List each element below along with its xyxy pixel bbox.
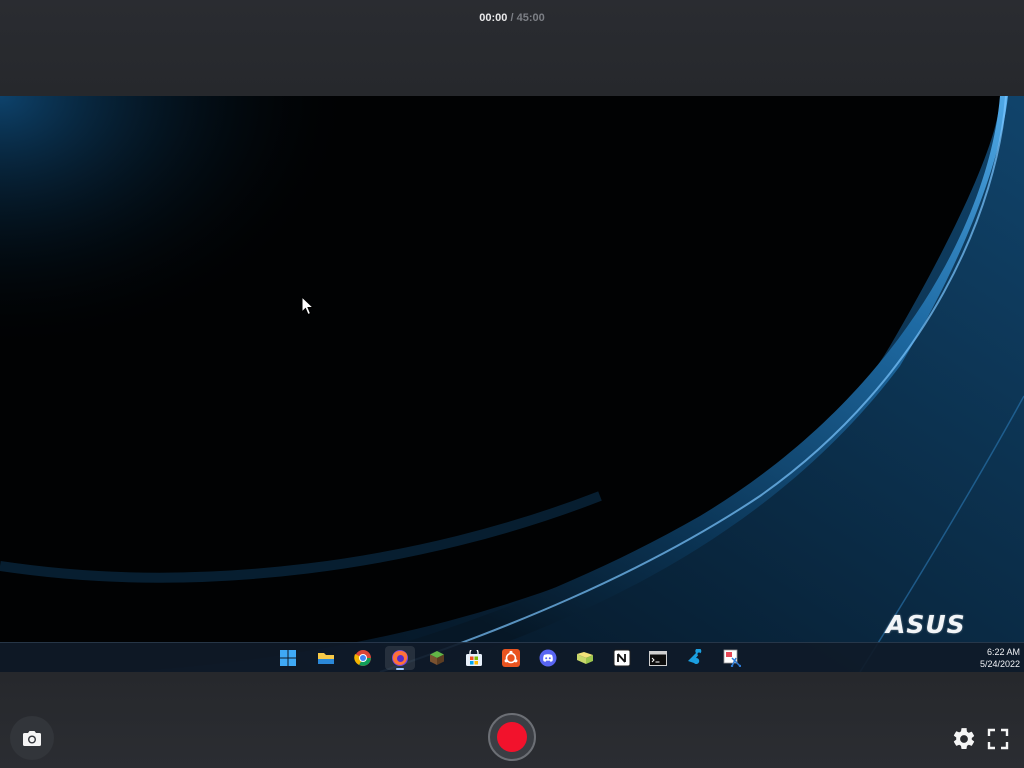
mouse-cursor-icon [301, 296, 315, 316]
remote-session-viewer: 00:00 / 45:00 ASUS 6:22 AM 5/24/2022 [0, 0, 1024, 768]
firefox-icon[interactable] [385, 646, 415, 670]
bottom-control-bar [0, 672, 1024, 768]
ubuntu-icon[interactable] [496, 646, 526, 670]
top-bar: 00:00 / 45:00 [0, 0, 1024, 96]
clock-time: 6:22 AM [986, 647, 1020, 657]
file-explorer-icon[interactable] [311, 646, 341, 670]
minecraft-icon[interactable] [422, 646, 452, 670]
notion-icon[interactable] [607, 646, 637, 670]
chrome-icon[interactable] [348, 646, 378, 670]
folder-icon[interactable] [570, 646, 600, 670]
microsoft-store-icon[interactable] [459, 646, 489, 670]
clock-date: 5/24/2022 [979, 659, 1020, 669]
system-clock[interactable]: 6:22 AM 5/24/2022 [980, 646, 1020, 670]
terminal-icon[interactable] [643, 646, 673, 670]
remote-desktop-screen[interactable]: ASUS 6:22 AM 5/24/2022 [0, 96, 1024, 672]
session-timer: 00:00 / 45:00 [0, 12, 1024, 24]
timer-total: 45:00 [516, 12, 545, 24]
camera-icon [23, 730, 41, 746]
windows-taskbar: 6:22 AM 5/24/2022 [0, 642, 1024, 672]
steam-icon[interactable] [680, 646, 710, 670]
fullscreen-icon[interactable] [986, 727, 1010, 751]
asus-logo: ASUS [886, 610, 966, 639]
screenshot-button[interactable] [10, 716, 54, 760]
snipping-tool-icon[interactable] [717, 646, 747, 670]
timer-current: 00:00 [479, 12, 508, 24]
timer-separator: / [507, 12, 517, 24]
desktop-wallpaper [0, 96, 1024, 672]
discord-icon[interactable] [533, 646, 563, 670]
start-icon[interactable] [273, 646, 303, 670]
settings-gear-icon[interactable] [951, 726, 977, 752]
record-dot-icon [497, 722, 527, 752]
record-button[interactable] [488, 713, 536, 761]
